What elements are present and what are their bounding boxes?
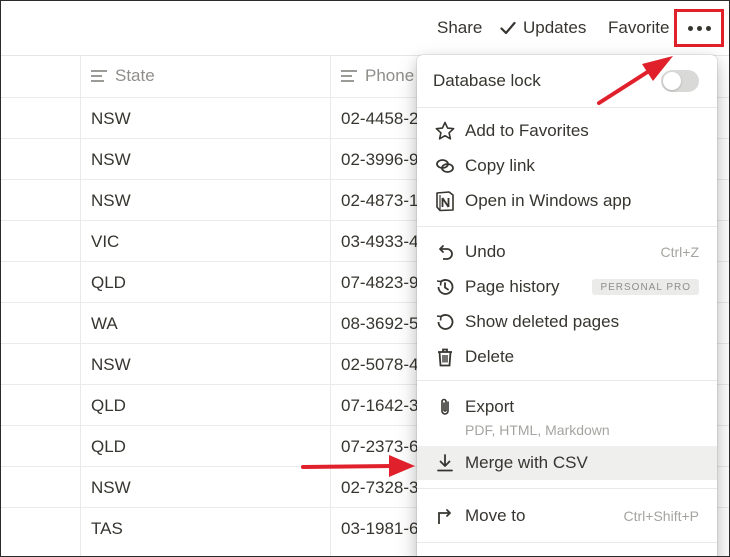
column-header-state[interactable]: State bbox=[91, 55, 155, 97]
text-property-icon bbox=[91, 70, 107, 82]
copy-link-label: Copy link bbox=[465, 156, 535, 175]
check-icon bbox=[500, 21, 516, 35]
undo-label: Undo bbox=[465, 242, 506, 261]
download-icon bbox=[433, 451, 457, 475]
paperclip-icon bbox=[433, 395, 457, 419]
page-options-menu: Database lock Add to Favorites Copy link… bbox=[417, 55, 717, 556]
undo-icon bbox=[433, 240, 457, 264]
restore-icon bbox=[433, 310, 457, 334]
add-to-favorites-label: Add to Favorites bbox=[465, 121, 589, 140]
move-to-shortcut: Ctrl+Shift+P bbox=[623, 508, 699, 524]
menu-divider bbox=[417, 107, 717, 108]
column-header-label: State bbox=[115, 66, 155, 85]
database-lock-label: Database lock bbox=[433, 71, 541, 90]
menu-divider bbox=[417, 380, 717, 381]
menu-divider bbox=[417, 542, 717, 543]
menu-divider bbox=[417, 226, 717, 227]
state-cell[interactable]: NSW bbox=[91, 467, 321, 508]
open-in-app-label: Open in Windows app bbox=[465, 191, 632, 210]
state-cell[interactable]: QLD bbox=[91, 426, 321, 467]
plan-badge: PERSONAL PRO bbox=[592, 279, 699, 295]
share-button[interactable]: Share bbox=[437, 18, 482, 38]
column-header-label: Phone bbox=[365, 66, 415, 85]
state-cell[interactable]: NSW bbox=[91, 180, 321, 221]
state-cell[interactable]: QLD bbox=[91, 385, 321, 426]
show-deleted-pages-item[interactable]: Show deleted pages bbox=[417, 305, 717, 339]
database-lock-item[interactable]: Database lock bbox=[417, 64, 717, 98]
merge-with-csv-item[interactable]: Merge with CSV bbox=[417, 446, 717, 480]
move-to-label: Move to bbox=[465, 506, 526, 525]
history-icon bbox=[433, 275, 457, 299]
state-cell[interactable]: WA bbox=[91, 303, 321, 344]
undo-item[interactable]: Undo Ctrl+Z bbox=[417, 235, 717, 269]
merge-with-csv-label: Merge with CSV bbox=[465, 453, 588, 472]
more-options-button[interactable] bbox=[674, 9, 724, 47]
state-cell[interactable]: TAS bbox=[91, 508, 321, 549]
state-cell[interactable]: NSW bbox=[91, 98, 321, 139]
add-to-favorites-item[interactable]: Add to Favorites bbox=[417, 114, 717, 148]
state-cell[interactable]: NSW bbox=[91, 344, 321, 385]
updates-button[interactable]: Updates bbox=[499, 18, 586, 38]
move-to-icon bbox=[433, 504, 457, 528]
page-history-label: Page history bbox=[465, 277, 560, 296]
favorite-button[interactable]: Favorite bbox=[608, 18, 669, 38]
export-label: Export bbox=[465, 397, 515, 416]
export-item[interactable]: Export bbox=[417, 390, 717, 424]
delete-label: Delete bbox=[465, 347, 515, 366]
menu-divider bbox=[417, 488, 717, 489]
app-window: Share Updates Favorite State Phone NSW 0… bbox=[0, 0, 730, 557]
copy-link-item[interactable]: Copy link bbox=[417, 149, 717, 183]
undo-shortcut: Ctrl+Z bbox=[660, 244, 700, 260]
updates-label: Updates bbox=[523, 18, 587, 37]
text-property-icon bbox=[341, 70, 357, 82]
state-cell[interactable]: QLD bbox=[91, 262, 321, 303]
state-cell[interactable]: NSW bbox=[91, 139, 321, 180]
notion-logo-icon bbox=[433, 189, 457, 213]
trash-icon bbox=[433, 345, 457, 369]
export-formats: PDF, HTML, Markdown bbox=[465, 422, 610, 438]
link-icon bbox=[433, 154, 457, 178]
state-cell[interactable]: VIC bbox=[91, 221, 321, 262]
move-to-item[interactable]: Move to Ctrl+Shift+P bbox=[417, 499, 717, 533]
column-header-phone[interactable]: Phone bbox=[341, 55, 414, 97]
page-topbar: Share Updates Favorite bbox=[1, 1, 729, 55]
page-history-item[interactable]: Page history PERSONAL PRO bbox=[417, 270, 717, 304]
star-icon bbox=[433, 119, 457, 143]
toggle-knob bbox=[663, 72, 681, 90]
database-lock-toggle[interactable] bbox=[661, 70, 699, 92]
more-horizontal-icon bbox=[687, 25, 711, 31]
delete-item[interactable]: Delete bbox=[417, 340, 717, 374]
show-deleted-pages-label: Show deleted pages bbox=[465, 312, 620, 331]
open-in-app-item[interactable]: Open in Windows app bbox=[417, 184, 717, 218]
